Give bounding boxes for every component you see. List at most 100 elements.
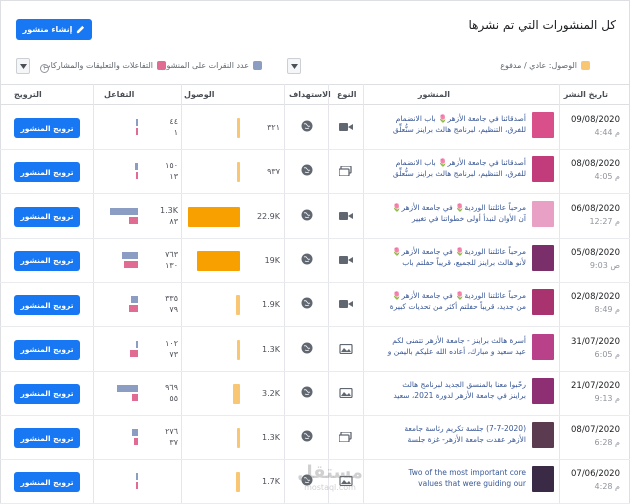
post-date: 09/08/2020 <box>571 115 620 125</box>
table-row[interactable]: 09/08/2020 4:44 م أصدقائنا في جامعة الأزهر… <box>0 106 630 150</box>
col-date[interactable]: تاريخ النشر <box>564 90 608 99</box>
post-text-link[interactable]: رحّبوا معنا بالمنسق الجديد لبرنامج هالث … <box>386 379 526 403</box>
col-type[interactable]: النوع <box>337 90 357 99</box>
reactions-bar <box>136 482 138 490</box>
post-date: 21/07/2020 <box>571 380 620 391</box>
legend-reactions: التفاعلات والتعليقات والمشاركات <box>43 61 166 70</box>
post-text-link[interactable]: أصدقائنا في جامعة الأزهر🌷 باب الانضمام ل… <box>386 113 526 137</box>
engagement-dropdown[interactable] <box>16 58 30 74</box>
legend-clicks: عدد النقرات على المنشور <box>163 61 262 70</box>
targeting-globe <box>301 297 313 309</box>
watermark-sub: mostaql.com <box>304 483 356 492</box>
globe-icon <box>301 209 313 221</box>
video-icon <box>339 123 353 131</box>
globe-icon <box>301 386 313 398</box>
clicks-value: ٩٦٩ <box>165 382 178 392</box>
post-date: 31/07/2020 <box>571 336 620 347</box>
table-row[interactable]: 21/07/2020 9:13 م رحّبوا معنا بالمنسق الجد… <box>0 372 630 416</box>
boost-post-button[interactable]: ترويج المنشور <box>14 339 80 360</box>
reactions-value: ٥٥ <box>169 393 178 403</box>
post-thumbnail[interactable] <box>532 244 554 271</box>
col-reach[interactable]: الوصول <box>184 90 214 99</box>
clicks-value: ٤٤ <box>169 117 178 126</box>
legend-reach: الوصول: عادي / مدفوع <box>500 61 590 70</box>
clicks-value: ١٠٢ <box>165 338 178 348</box>
post-text-link[interactable]: مرحباً عائلتنا الوردية🌷 في جامعة الأزهر🌷… <box>386 246 526 270</box>
col-post[interactable]: المنشور <box>418 90 450 99</box>
targeting-globe <box>301 253 313 265</box>
table-row[interactable]: 08/07/2020 6:28 م (7-7-2020) جلسة تكريم رئ… <box>0 416 630 461</box>
col-targeting[interactable]: الاستهداف <box>289 90 331 99</box>
clicks-value: ٣٣٥ <box>165 294 178 304</box>
post-time: 12:27 م <box>589 216 620 226</box>
post-thumbnail[interactable] <box>532 289 554 316</box>
table-row[interactable]: 31/07/2020 6:05 م أسرة هالث براينز - جامعة… <box>0 328 630 372</box>
clicks-value: 1.3K <box>160 205 178 215</box>
table-row[interactable]: 08/08/2020 4:05 م أصدقائنا في جامعة الأزهر… <box>0 150 630 195</box>
album-icon <box>338 431 352 443</box>
post-thumbnail[interactable] <box>532 156 554 183</box>
post-time: 9:03 ص <box>589 260 620 270</box>
targeting-globe <box>301 430 313 442</box>
post-text-link[interactable]: أصدقائنا في جامعة الأزهر🌷 باب الانضمام ل… <box>386 157 526 181</box>
post-text-link[interactable]: Two of the most important core values th… <box>386 467 526 491</box>
col-engagement[interactable]: التفاعل <box>104 90 134 99</box>
post-thumbnail[interactable] <box>532 377 554 404</box>
reactions-value: ٧٣ <box>169 349 178 359</box>
legend-reach-label: الوصول: عادي / مدفوع <box>500 61 577 70</box>
reactions-bar <box>136 128 138 135</box>
table-row[interactable]: 02/08/2020 8:49 م مرحباً عائلتنا الوردية🌷 … <box>0 283 630 328</box>
table-row[interactable]: 06/08/2020 12:27 م مرحباً عائلتنا الوردية🌷… <box>0 195 630 239</box>
table-row[interactable]: 05/08/2020 9:03 ص مرحباً عائلتنا الوردية🌷 … <box>0 239 630 283</box>
post-date: 07/06/2020 <box>571 469 620 480</box>
boost-post-button[interactable]: ترويج المنشور <box>14 295 80 316</box>
post-date: 08/07/2020 <box>571 425 620 436</box>
clicks-bar <box>122 251 138 259</box>
reactions-bar <box>136 172 138 180</box>
create-post-label: إنشاء منشور <box>22 25 73 34</box>
post-date: 06/08/2020 <box>571 203 620 214</box>
boost-post-button[interactable]: ترويج المنشور <box>14 472 80 493</box>
reactions-bar <box>134 438 138 446</box>
post-text-link[interactable]: (7-7-2020) جلسة تكريم رئاسة جامعة الأزهر… <box>386 423 526 447</box>
video-icon <box>339 300 353 309</box>
post-type <box>339 387 353 398</box>
targeting-globe <box>301 386 313 398</box>
watermark: مستقل mostaql.com <box>290 462 370 502</box>
post-thumbnail[interactable] <box>532 422 554 449</box>
reach-value: 1.7K <box>262 477 280 487</box>
clicks-bar <box>131 296 138 304</box>
reach-dropdown[interactable] <box>287 58 301 74</box>
pencil-icon <box>77 25 85 34</box>
clicks-value: ٧٦٣ <box>165 249 178 259</box>
post-text-link[interactable]: مرحباً عائلتنا الوردية🌷 في جامعة الأزهر🌷… <box>386 202 526 226</box>
reactions-bar <box>129 216 138 224</box>
create-post-button[interactable]: إنشاء منشور <box>16 19 92 40</box>
post-text-link[interactable]: مرحباً عائلتنا الوردية🌷 في جامعة الأزهر🌷… <box>386 290 526 314</box>
legend-clicks-label: عدد النقرات على المنشور <box>162 61 249 70</box>
col-promote[interactable]: الترويج <box>14 90 42 99</box>
globe-icon <box>301 120 313 132</box>
boost-post-button[interactable]: ترويج المنشور <box>14 206 80 227</box>
reach-value: 3.2K <box>262 388 280 398</box>
post-text-link[interactable]: أسرة هالث براينز - جامعة الأزهر تتمنى لك… <box>386 335 526 359</box>
post-thumbnail[interactable] <box>532 112 554 138</box>
post-thumbnail[interactable] <box>532 466 554 493</box>
boost-post-button[interactable]: ترويج المنشور <box>14 383 80 404</box>
boost-post-button[interactable]: ترويج المنشور <box>14 162 80 183</box>
post-thumbnail[interactable] <box>532 200 554 227</box>
info-icon[interactable]: i <box>40 64 49 73</box>
post-type <box>339 211 353 221</box>
post-thumbnail[interactable] <box>532 333 554 360</box>
reactions-value: ٣٧ <box>169 438 178 448</box>
boost-post-button[interactable]: ترويج المنشور <box>14 250 80 271</box>
reach-value: ٣٢١ <box>267 123 280 132</box>
clicks-bar <box>132 429 138 437</box>
legend-reactions-label: التفاعلات والتعليقات والمشاركات <box>43 61 153 70</box>
boost-post-button[interactable]: ترويج المنشور <box>14 118 80 138</box>
post-time: 6:28 م <box>594 438 620 448</box>
targeting-globe <box>301 164 313 176</box>
video-icon <box>339 255 353 264</box>
reactions-bar <box>132 393 138 401</box>
boost-post-button[interactable]: ترويج المنشور <box>14 428 80 449</box>
